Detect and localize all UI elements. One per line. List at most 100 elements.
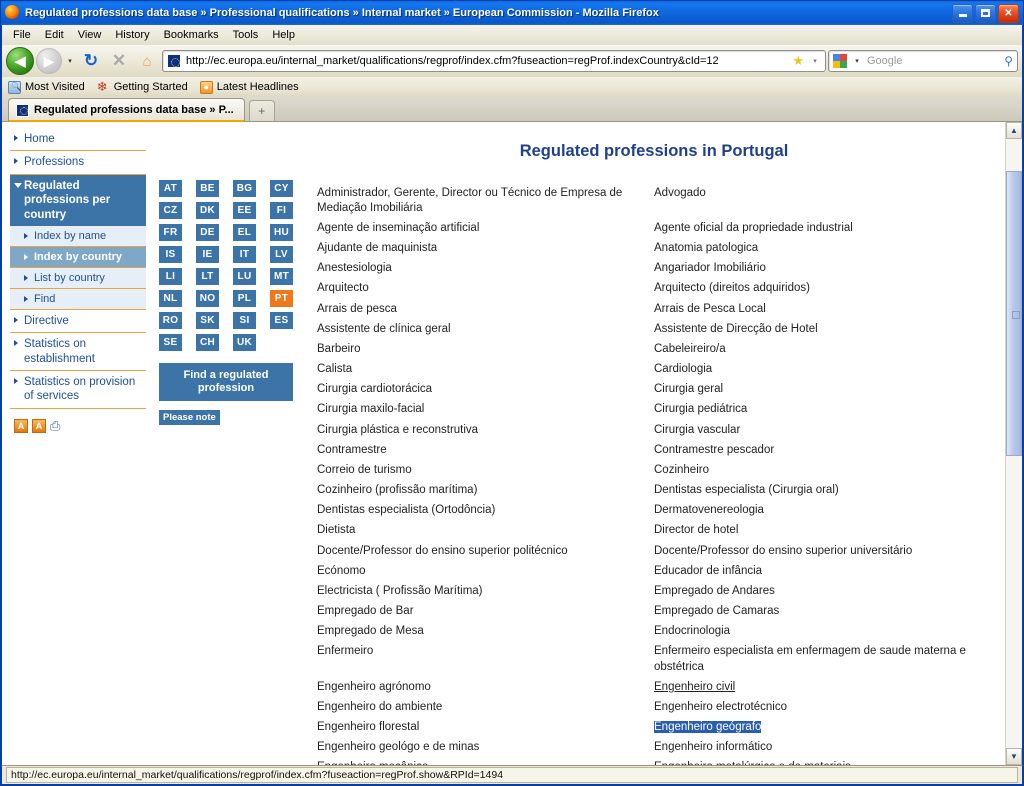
profession-link[interactable]: Engenheiro mecânico — [317, 761, 428, 765]
profession-link[interactable]: Dermatovenereologia — [654, 504, 764, 516]
search-input[interactable]: Google — [867, 55, 1000, 67]
scroll-up-button[interactable]: ▲ — [1006, 122, 1022, 139]
new-tab-button[interactable]: + — [248, 100, 275, 121]
profession-link[interactable]: Engenheiro do ambiente — [317, 701, 442, 713]
profession-link[interactable]: Educador de infância — [654, 565, 762, 577]
country-code-ee[interactable]: EE — [233, 202, 256, 219]
country-code-pl[interactable]: PL — [233, 290, 256, 307]
country-code-es[interactable]: ES — [270, 312, 293, 329]
profession-link[interactable]: Cirurgia maxilo-facial — [317, 403, 424, 415]
sidebar-item-regulated-professions-per-country[interactable]: Regulated professions per country — [10, 174, 146, 226]
profession-link[interactable]: Electricista ( Profissão Marítima) — [317, 585, 483, 597]
bookmark-most-visited[interactable]: Most Visited — [8, 80, 85, 94]
profession-link[interactable]: Arrais de Pesca Local — [654, 303, 766, 315]
forward-button[interactable]: ▶ — [36, 48, 62, 74]
profession-link[interactable]: Engenheiro informático — [654, 741, 772, 753]
country-code-lv[interactable]: LV — [270, 246, 293, 263]
search-engine-dropdown-icon[interactable]: ▾ — [851, 57, 863, 65]
menu-history[interactable]: History — [108, 27, 156, 43]
url-text[interactable]: http://ec.europa.eu/internal_market/qual… — [186, 55, 787, 67]
sidebar-item-professions[interactable]: Professions — [10, 151, 146, 175]
country-code-el[interactable]: EL — [233, 224, 256, 241]
country-code-li[interactable]: LI — [159, 268, 182, 285]
bookmark-latest-headlines[interactable]: ● Latest Headlines — [199, 80, 299, 94]
menu-edit[interactable]: Edit — [38, 27, 71, 43]
profession-link[interactable]: Empregado de Bar — [317, 605, 414, 617]
page-scrollbar[interactable]: ▲ ▼ — [1005, 122, 1022, 765]
country-code-it[interactable]: IT — [233, 246, 256, 263]
profession-link[interactable]: Enfermeiro — [317, 645, 373, 657]
profession-link[interactable]: Agente de inseminação artificial — [317, 222, 479, 234]
minimize-button[interactable] — [952, 3, 973, 23]
country-code-uk[interactable]: UK — [233, 334, 256, 351]
country-code-sk[interactable]: SK — [196, 312, 219, 329]
country-code-at[interactable]: AT — [159, 180, 182, 197]
profession-link[interactable]: Contramestre — [317, 444, 387, 456]
country-code-mt[interactable]: MT — [270, 268, 293, 285]
profession-link[interactable]: Angariador Imobiliário — [654, 262, 766, 274]
profession-link[interactable]: Engenheiro florestal — [317, 721, 419, 733]
menu-tools[interactable]: Tools — [226, 27, 266, 43]
country-code-ro[interactable]: RO — [159, 312, 182, 329]
profession-link[interactable]: Dentistas especialista (Cirurgia oral) — [654, 484, 839, 496]
country-code-be[interactable]: BE — [196, 180, 219, 197]
menu-view[interactable]: View — [71, 27, 109, 43]
country-code-nl[interactable]: NL — [159, 290, 182, 307]
profession-link[interactable]: Assistente de clínica geral — [317, 323, 451, 335]
country-code-lt[interactable]: LT — [196, 268, 219, 285]
bookmark-getting-started[interactable]: ❄ Getting Started — [97, 80, 188, 94]
country-code-no[interactable]: NO — [196, 290, 219, 307]
profession-link[interactable]: Cirurgia pediátrica — [654, 403, 747, 415]
sidebar-item-statistics-on-provision-of-services[interactable]: Statistics on provision of services — [10, 371, 146, 409]
profession-link[interactable]: Engenheiro electrotécnico — [654, 701, 787, 713]
menu-bookmarks[interactable]: Bookmarks — [157, 27, 226, 43]
country-code-fi[interactable]: FI — [270, 202, 293, 219]
profession-link[interactable]: Cozinheiro — [654, 464, 709, 476]
profession-link[interactable]: Arquitecto (direitos adquiridos) — [654, 282, 810, 294]
country-code-ie[interactable]: IE — [196, 246, 219, 263]
profession-link[interactable]: Cirurgia geral — [654, 383, 723, 395]
profession-link[interactable]: Enfermeiro especialista em enfermagem de… — [654, 645, 966, 672]
sidebar-item-index-by-name[interactable]: Index by name — [10, 225, 146, 247]
profession-link[interactable]: Advogado — [654, 187, 706, 199]
tab-active[interactable]: Regulated professions data base » P... — [8, 98, 245, 122]
sidebar-item-list-by-country[interactable]: List by country — [10, 267, 146, 289]
profession-link[interactable]: Director de hotel — [654, 524, 738, 536]
country-code-ch[interactable]: CH — [196, 334, 219, 351]
country-code-hu[interactable]: HU — [270, 224, 293, 241]
profession-link[interactable]: Cozinheiro (profissão marítima) — [317, 484, 477, 496]
decrease-text-size-icon[interactable]: A — [14, 418, 28, 433]
country-code-lu[interactable]: LU — [233, 268, 256, 285]
profession-link[interactable]: Cirurgia vascular — [654, 424, 740, 436]
profession-link[interactable]: Dentistas especialista (Ortodôncia) — [317, 504, 495, 516]
scrollbar-thumb[interactable] — [1006, 171, 1022, 456]
profession-link[interactable]: Engenheiro geológo e de minas — [317, 741, 479, 753]
scroll-down-button[interactable]: ▼ — [1006, 748, 1022, 765]
profession-link[interactable]: Calista — [317, 363, 352, 375]
menu-help[interactable]: Help — [265, 27, 302, 43]
address-dropdown-icon[interactable]: ▾ — [809, 57, 821, 65]
profession-link[interactable]: Assistente de Direcção de Hotel — [654, 323, 818, 335]
address-bar[interactable]: http://ec.europa.eu/internal_market/qual… — [162, 50, 826, 72]
profession-link[interactable]: Arquitecto — [317, 282, 369, 294]
profession-link[interactable]: Contramestre pescador — [654, 444, 774, 456]
sidebar-item-find[interactable]: Find — [10, 288, 146, 310]
profession-link[interactable]: Cabeleireiro/a — [654, 343, 726, 355]
find-regulated-profession-button[interactable]: Find a regulated profession — [159, 363, 293, 402]
maximize-button[interactable] — [975, 3, 996, 23]
country-code-se[interactable]: SE — [159, 334, 182, 351]
profession-link[interactable]: Docente/Professor do ensino superior pol… — [317, 545, 568, 557]
search-bar[interactable]: ▾ Google ⚲ — [828, 50, 1018, 72]
profession-link[interactable]: Engenheiro metalúrgico e de materiais — [654, 761, 851, 765]
profession-link[interactable]: Empregado de Camaras — [654, 605, 779, 617]
profession-link[interactable]: Arrais de pesca — [317, 303, 397, 315]
profession-link[interactable]: Barbeiro — [317, 343, 360, 355]
profession-link[interactable]: Cirurgia cardiotorácica — [317, 383, 432, 395]
country-code-fr[interactable]: FR — [159, 224, 182, 241]
profession-link[interactable]: Engenheiro agrónomo — [317, 681, 431, 693]
please-note-badge[interactable]: Please note — [159, 410, 220, 426]
sidebar-item-home[interactable]: Home — [10, 128, 146, 152]
back-button[interactable]: ◀ — [6, 47, 34, 75]
sidebar-item-index-by-country[interactable]: Index by country — [10, 246, 146, 268]
profession-link[interactable]: Empregado de Mesa — [317, 625, 424, 637]
